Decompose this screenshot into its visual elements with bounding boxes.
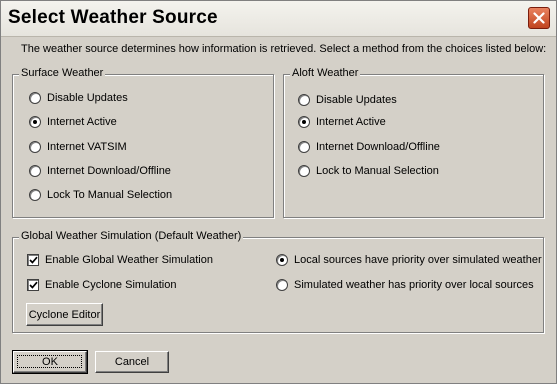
radio-button[interactable] [298,165,310,177]
priority-simulated-weather[interactable]: Simulated weather has priority over loca… [276,279,534,291]
radio-label: Local sources have priority over simulat… [294,254,542,266]
focus-ring [17,355,82,368]
close-icon [533,12,545,24]
weather-source-dialog: Select Weather Source The weather source… [0,0,557,384]
checkbox-label: Enable Global Weather Simulation [45,254,213,266]
cancel-label: Cancel [114,356,150,368]
cyclone-editor-label: Cyclone Editor [28,308,101,321]
aloft-option-internet-download-offline[interactable]: Internet Download/Offline [298,141,440,153]
enable-cyclone-checkbox-row[interactable]: Enable Cyclone Simulation [27,279,176,291]
radio-selected-dot [302,120,306,124]
radio-label: Internet Download/Offline [47,165,171,177]
aloft-option-internet-active[interactable]: Internet Active [298,116,386,128]
title-bar[interactable]: Select Weather Source [1,1,556,37]
radio-selected-dot [280,258,284,262]
surface-option-internet-vatsim[interactable]: Internet VATSIM [29,141,127,153]
surface-weather-legend: Surface Weather [19,67,106,79]
radio-label: Lock to Manual Selection [316,165,439,177]
radio-label: Internet VATSIM [47,141,127,153]
cancel-button[interactable]: Cancel [95,351,169,373]
aloft-weather-legend: Aloft Weather [290,67,361,79]
surface-option-internet-download-offline[interactable]: Internet Download/Offline [29,165,171,177]
check-icon [28,256,38,264]
priority-local-sources[interactable]: Local sources have priority over simulat… [276,254,542,266]
radio-label: Internet Active [47,116,117,128]
radio-button[interactable] [29,116,41,128]
dialog-title: Select Weather Source [8,7,218,28]
cyclone-editor-button[interactable]: Cyclone Editor [26,303,103,326]
radio-button[interactable] [276,279,288,291]
check-icon [28,281,38,289]
global-weather-legend: Global Weather Simulation (Default Weath… [19,230,244,242]
radio-button[interactable] [276,254,288,266]
radio-button[interactable] [298,116,310,128]
enable-global-weather-checkbox-row[interactable]: Enable Global Weather Simulation [27,254,213,266]
surface-option-internet-active[interactable]: Internet Active [29,116,117,128]
radio-label: Internet Download/Offline [316,141,440,153]
aloft-option-disable-updates[interactable]: Disable Updates [298,94,397,106]
checkbox[interactable] [27,254,39,266]
close-button[interactable] [528,7,550,29]
radio-button[interactable] [29,189,41,201]
radio-button[interactable] [29,165,41,177]
checkbox-label: Enable Cyclone Simulation [45,279,177,291]
radio-label: Lock To Manual Selection [47,189,173,201]
surface-option-disable-updates[interactable]: Disable Updates [29,92,128,104]
checkbox[interactable] [27,279,39,291]
radio-label: Simulated weather has priority over loca… [294,279,534,291]
radio-label: Disable Updates [47,92,128,104]
radio-label: Internet Active [316,116,386,128]
radio-label: Disable Updates [316,94,397,106]
intro-text: The weather source determines how inform… [21,43,547,55]
radio-button[interactable] [29,92,41,104]
ok-button[interactable]: OK [12,350,88,374]
radio-button[interactable] [29,141,41,153]
aloft-option-lock-manual[interactable]: Lock to Manual Selection [298,165,439,177]
radio-button[interactable] [298,141,310,153]
surface-option-lock-manual[interactable]: Lock To Manual Selection [29,189,172,201]
radio-button[interactable] [298,94,310,106]
radio-selected-dot [33,120,37,124]
